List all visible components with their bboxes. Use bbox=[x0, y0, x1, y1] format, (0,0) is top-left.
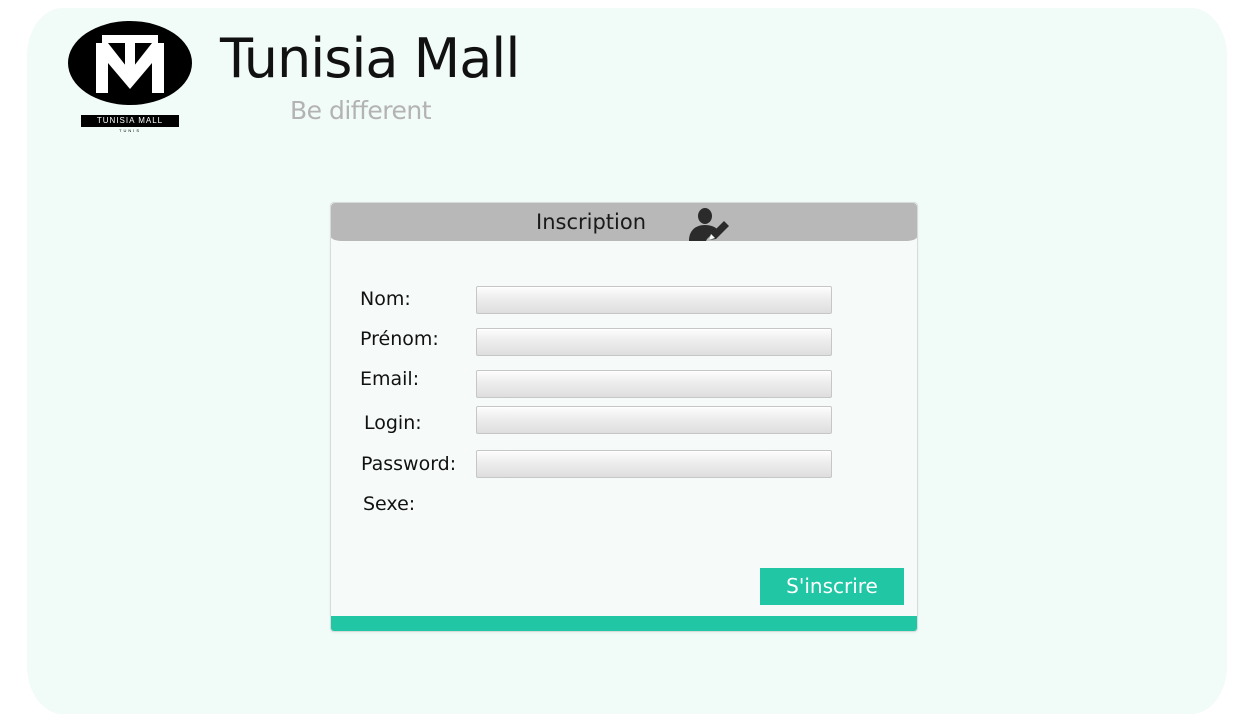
prenom-label: Prénom: bbox=[360, 328, 439, 350]
brand-logo: TUNISIA MALL TUNIS bbox=[68, 21, 192, 137]
nom-field[interactable] bbox=[476, 286, 832, 314]
nom-label: Nom: bbox=[360, 288, 411, 310]
brand-title: Tunisia Mall bbox=[220, 27, 520, 90]
brand-tagline: Be different bbox=[290, 96, 432, 125]
password-label: Password: bbox=[361, 453, 457, 475]
logo-wordmark: TUNISIA MALL bbox=[81, 115, 179, 127]
sexe-label: Sexe: bbox=[363, 493, 416, 515]
prenom-field[interactable] bbox=[476, 328, 832, 356]
email-field[interactable] bbox=[476, 370, 832, 398]
card-header: Inscription bbox=[331, 203, 917, 241]
user-edit-icon bbox=[689, 208, 729, 241]
sinscrire-button[interactable]: S'inscrire bbox=[760, 568, 904, 605]
logo-subtext: TUNIS bbox=[119, 128, 141, 133]
password-field[interactable] bbox=[476, 450, 832, 478]
login-field[interactable] bbox=[476, 406, 832, 434]
email-label: Email: bbox=[360, 368, 420, 390]
registration-card: Inscription Nom: Prénom: Email: Login: P… bbox=[330, 202, 918, 632]
card-title: Inscription bbox=[536, 210, 647, 234]
login-label: Login: bbox=[364, 412, 422, 434]
tm-monogram-logo-icon bbox=[68, 21, 192, 105]
card-footer-bar bbox=[331, 616, 917, 631]
